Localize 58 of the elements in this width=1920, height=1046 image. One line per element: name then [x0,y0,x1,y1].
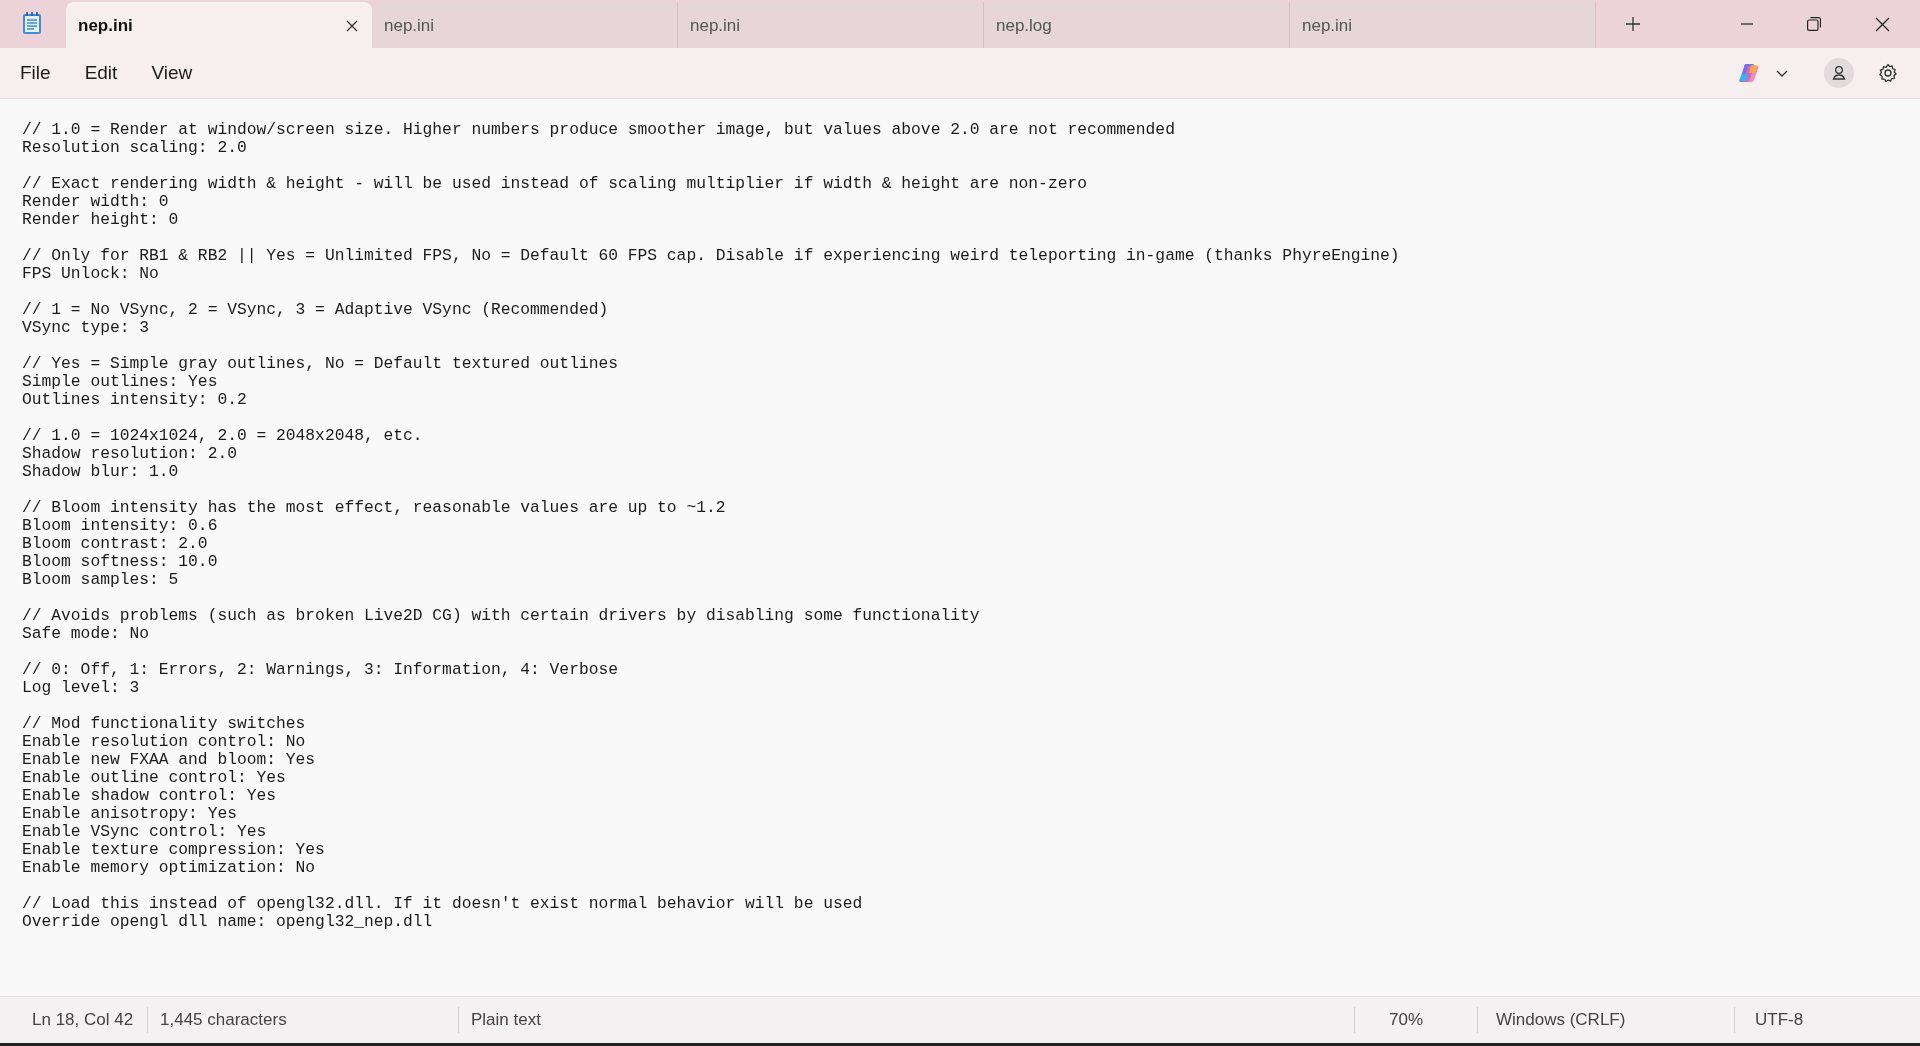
text-line: // Load this instead of opengl32.dll. If it doesn't exist normal behavior will be used [22,895,864,913]
menu-item[interactable]: Edit [72,56,130,90]
menu-item[interactable]: View [139,56,205,90]
file-tab[interactable]: nep.ini [372,2,678,50]
text-line: Safe mode: No [22,625,150,643]
text-line: Enable outline control: Yes [22,769,287,787]
text-line: // Exact rendering width & height - will be used instead of scaling multiplier if width & height are non-zero [22,175,1088,193]
text-line: FPS Unlock: No [22,265,160,283]
text-line: Render width: 0 [22,193,170,211]
text-line: Enable texture compression: Yes [22,841,326,859]
text-line: Bloom contrast: 2.0 [22,535,209,553]
text-line: // Avoids problems (such as broken Live2D CG) with certain drivers by disabling some functionality [22,607,981,625]
text-line: Enable memory optimization: No [22,859,317,877]
cursor-position: Ln 18, Col 42 [31,1010,135,1030]
character-count: 1,445 characters [159,1010,288,1030]
settings-icon[interactable] [1878,63,1898,83]
text-line: Bloom samples: 5 [22,571,180,589]
text-line: // Mod functionality switches [22,715,307,733]
text-line: Enable new FXAA and bloom: Yes [22,751,317,769]
text-line: Resolution scaling: 2.0 [22,139,248,157]
text-line: Enable anisotropy: Yes [22,805,238,823]
text-line: Enable resolution control: No [22,733,307,751]
file-format[interactable]: Plain text [459,1010,1354,1030]
text-line: Bloom intensity: 0.6 [22,517,219,535]
profile-icon[interactable] [1824,58,1854,88]
text-line: // Only for RB1 & RB2 || Yes = Unlimited FPS, No = Default 60 FPS cap. Disable if experiencing weird teleporting in-game (thanks PhyreEngine) [22,247,1401,265]
text-line: // 0: Off, 1: Errors, 2: Warnings, 3: Information, 4: Verbose [22,661,619,679]
text-line: Shadow blur: 1.0 [22,463,180,481]
menu-item[interactable]: File [8,56,63,90]
text-line: VSync type: 3 [22,319,150,337]
text-line: Enable VSync control: Yes [22,823,268,841]
text-line: // Yes = Simple gray outlines, No = Default textured outlines [22,355,619,373]
text-line: Bloom softness: 10.0 [22,553,219,571]
notepad-icon [22,11,42,35]
text-line: Render height: 0 [22,211,180,229]
close-icon[interactable] [1875,16,1890,32]
text-line: // 1.0 = 1024x1024, 2.0 = 2048x2048, etc. [22,427,424,445]
text-line: Log level: 3 [22,679,141,697]
text-line: Outlines intensity: 0.2 [22,391,248,409]
text-line: Shadow resolution: 2.0 [22,445,238,463]
text-line: // 1 = No VSync, 2 = VSync, 3 = Adaptive VSync (Recommended) [22,301,610,319]
chevron-down-icon[interactable] [1776,69,1788,77]
restore-icon[interactable] [1807,17,1821,31]
file-tab[interactable]: nep.ini [678,2,984,50]
file-tab[interactable]: nep.log [984,2,1290,50]
text-line: // Bloom intensity has the most effect, reasonable values are up to ~1.2 [22,499,727,517]
file-tab[interactable]: nep.ini [66,2,372,50]
add-tab-icon[interactable] [1626,17,1640,31]
text-line: Enable shadow control: Yes [22,787,278,805]
line-endings[interactable]: Windows (CRLF) [1478,1010,1734,1030]
text-line: // 1.0 = Render at window/screen size. Higher numbers produce smoother image, but values above 2.0 are not recommended [22,121,1176,139]
text-line: Override opengl dll name: opengl32_nep.dll [22,913,434,931]
zoom-level[interactable]: 70% [1355,1010,1477,1030]
sparkle-logo-icon[interactable] [1738,62,1760,84]
close-icon[interactable] [346,20,358,32]
text-line: Simple outlines: Yes [22,373,219,391]
file-tab[interactable]: nep.ini [1290,2,1596,50]
encoding[interactable]: UTF-8 [1735,1010,1816,1030]
